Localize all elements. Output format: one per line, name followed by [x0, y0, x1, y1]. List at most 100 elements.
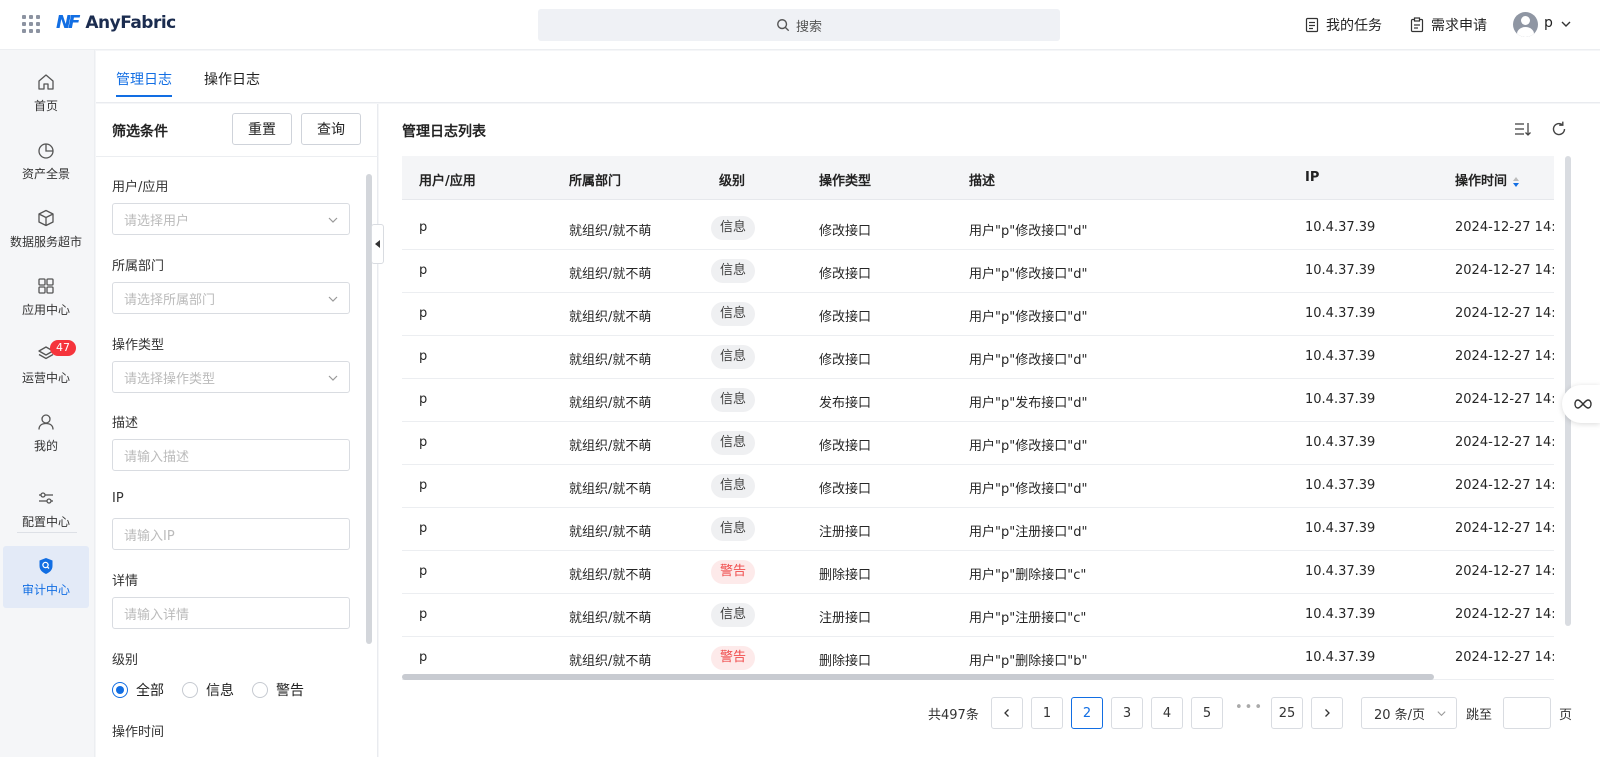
app-launcher-icon[interactable]: [22, 15, 40, 33]
sort-order-icon[interactable]: [1512, 119, 1532, 139]
nav-item-home[interactable]: 首页: [3, 62, 89, 124]
cell-user: p: [419, 607, 428, 622]
department-select[interactable]: 请选择所属部门: [112, 282, 350, 314]
column-header-operation-time[interactable]: 操作时间: [1455, 170, 1520, 189]
nav-item-data-service-market[interactable]: 数据服务超市: [3, 198, 89, 260]
pagination-page-last[interactable]: 25: [1271, 697, 1303, 729]
query-button[interactable]: 查询: [301, 113, 361, 145]
logo-mark: NF: [56, 12, 80, 33]
nav-item-mine[interactable]: 我的: [3, 402, 89, 464]
floating-assistant-button[interactable]: [1562, 385, 1600, 423]
filter-panel: 筛选条件 重置 查询 用户/应用 请选择用户 所属部门 请选择所属部门 操作类型…: [96, 104, 378, 757]
my-tasks-link[interactable]: 我的任务: [1304, 15, 1382, 35]
user-select[interactable]: 请选择用户: [112, 203, 350, 235]
cell-operation-type: 删除接口: [819, 654, 872, 669]
table-row[interactable]: p 就组织/就不萌 信息 发布接口 用户"p"发布接口"d" 10.4.37.39 2024…: [402, 379, 1554, 422]
table-row[interactable]: p 就组织/就不萌 警告 删除接口 用户"p"删除接口"c" 10.4.37.39 2024…: [402, 551, 1554, 594]
anyfabric-logo[interactable]: NF AnyFabric: [56, 12, 176, 33]
column-header-operation-time-label: 操作时间: [1455, 174, 1508, 189]
nav-item-audit-center[interactable]: 审计中心: [3, 546, 89, 608]
column-header-ip[interactable]: IP: [1305, 170, 1319, 185]
demand-request-label: 需求申请: [1431, 18, 1487, 34]
refresh-icon[interactable]: [1549, 119, 1569, 139]
operation-time-label: 操作时间: [112, 725, 165, 740]
nav-item-asset-panorama[interactable]: 资产全景: [3, 130, 89, 192]
cell-operation-time: 2024-12-27 14:41: [1455, 220, 1554, 235]
column-header-user[interactable]: 用户/应用: [419, 170, 476, 189]
pagination-next-button[interactable]: [1311, 697, 1343, 729]
table-row[interactable]: p 就组织/就不萌 信息 注册接口 用户"p"注册接口"d" 10.4.37.39 2024…: [402, 508, 1554, 551]
cell-operation-time: 2024-12-27 14:40: [1455, 349, 1554, 364]
cell-ip: 10.4.37.39: [1305, 306, 1376, 321]
nav-label-audit-center: 审计中心: [21, 583, 70, 597]
page-size-select[interactable]: 20 条/页: [1361, 697, 1457, 729]
user-avatar[interactable]: [1513, 12, 1538, 37]
table-row[interactable]: p 就组织/就不萌 信息 修改接口 用户"p"修改接口"d" 10.4.37.39 2024…: [402, 207, 1554, 250]
table-row[interactable]: p 就组织/就不萌 信息 修改接口 用户"p"修改接口"d" 10.4.37.39 2024…: [402, 336, 1554, 379]
ip-label: IP: [112, 491, 124, 506]
notification-badge: 47: [50, 340, 76, 356]
nav-item-app-center[interactable]: 应用中心: [3, 266, 89, 328]
horizontal-scrollbar[interactable]: [402, 674, 1434, 680]
list-title: 管理日志列表: [402, 124, 486, 140]
user-select-placeholder: 请选择用户: [124, 213, 190, 229]
level-badge-info: 信息: [711, 259, 756, 283]
table-row[interactable]: p 就组织/就不萌 信息 修改接口 用户"p"修改接口"d" 10.4.37.39 2024…: [402, 250, 1554, 293]
cell-operation-time: 2024-12-27 14:39: [1455, 435, 1554, 450]
nav-label-home: 首页: [33, 99, 58, 113]
operation-type-select[interactable]: 请选择操作类型: [112, 361, 350, 393]
detail-input[interactable]: 请输入详情: [112, 597, 350, 629]
level-badge-warning: 警告: [711, 560, 756, 584]
reset-button[interactable]: 重置: [232, 113, 292, 145]
table-row[interactable]: p 就组织/就不萌 信息 修改接口 用户"p"修改接口"d" 10.4.37.39 2024…: [402, 293, 1554, 336]
jump-page-input[interactable]: [1503, 697, 1551, 729]
pagination-page-5[interactable]: 5: [1191, 697, 1223, 729]
user-name[interactable]: p: [1544, 15, 1553, 31]
my-tasks-label: 我的任务: [1326, 18, 1382, 34]
cell-department: 就组织/就不萌: [569, 611, 652, 626]
cell-ip: 10.4.37.39: [1305, 607, 1376, 622]
cell-user: p: [419, 349, 428, 364]
ip-input[interactable]: 请输入IP: [112, 518, 350, 550]
global-search-input[interactable]: 搜索: [538, 9, 1060, 41]
column-header-level[interactable]: 级别: [719, 170, 745, 189]
column-header-description[interactable]: 描述: [969, 170, 995, 189]
pagination-page-2[interactable]: 2: [1071, 697, 1103, 729]
demand-request-link[interactable]: 需求申请: [1409, 15, 1487, 35]
cell-user: p: [419, 435, 428, 450]
table-header: 用户/应用 所属部门 级别 操作类型 描述 IP 操作时间: [402, 156, 1554, 200]
cell-description: 用户"p"修改接口"d": [969, 310, 1088, 325]
column-header-operation-type[interactable]: 操作类型: [819, 170, 871, 189]
tab-management-log[interactable]: 管理日志: [116, 69, 172, 97]
chevron-down-icon[interactable]: [1560, 18, 1572, 30]
pagination-prev-button[interactable]: [991, 697, 1023, 729]
table-row[interactable]: p 就组织/就不萌 信息 修改接口 用户"p"修改接口"d" 10.4.37.39 2024…: [402, 422, 1554, 465]
level-radio-warning[interactable]: 警告: [252, 680, 304, 700]
table-row[interactable]: p 就组织/就不萌 信息 注册接口 用户"p"注册接口"c" 10.4.37.39 2024…: [402, 594, 1554, 637]
pagination-page-4[interactable]: 4: [1151, 697, 1183, 729]
cube-icon: [38, 209, 54, 227]
pagination-ellipsis[interactable]: •••: [1235, 700, 1264, 715]
level-radio-info[interactable]: 信息: [182, 680, 234, 700]
nav-item-operations-center[interactable]: 47 运营中心: [3, 334, 89, 396]
description-input[interactable]: 请输入描述: [112, 439, 350, 471]
radio-indicator: [252, 682, 268, 698]
sliders-icon: [39, 492, 53, 504]
tab-operation-log[interactable]: 操作日志: [204, 69, 260, 89]
column-header-department[interactable]: 所属部门: [569, 170, 621, 189]
filter-title: 筛选条件: [112, 124, 168, 140]
level-radio-all[interactable]: 全部: [112, 680, 164, 700]
cell-description: 用户"p"删除接口"c": [969, 568, 1087, 583]
pagination-page-3[interactable]: 3: [1111, 697, 1143, 729]
radio-indicator: [182, 682, 198, 698]
pagination-page-1[interactable]: 1: [1031, 697, 1063, 729]
pagination-total: 共497条: [928, 708, 979, 723]
level-badge-info: 信息: [711, 474, 756, 498]
cell-department: 就组织/就不萌: [569, 568, 652, 583]
nav-item-config-center[interactable]: 配置中心: [3, 478, 89, 540]
collapse-filter-handle[interactable]: [371, 224, 384, 264]
log-table: 用户/应用 所属部门 级别 操作类型 描述 IP 操作时间 p 就组织/就不萌 信息…: [402, 156, 1554, 683]
sort-caret-icon[interactable]: [1512, 176, 1520, 188]
cell-operation-type: 修改接口: [819, 439, 872, 454]
table-row[interactable]: p 就组织/就不萌 信息 修改接口 用户"p"修改接口"d" 10.4.37.39 2024…: [402, 465, 1554, 508]
